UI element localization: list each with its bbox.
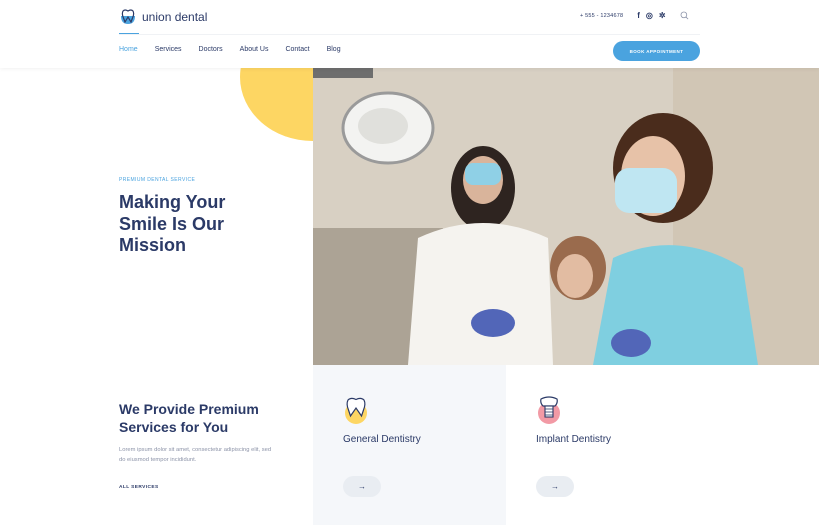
main-nav: Home Services Doctors About Us Contact B…	[119, 46, 341, 53]
book-appointment-button[interactable]: BOOK APPOINTMENT	[613, 41, 700, 61]
facebook-icon[interactable]: f	[637, 11, 640, 20]
card-title: General Dentistry	[343, 434, 421, 445]
nav-home[interactable]: Home	[119, 46, 138, 53]
nav-services[interactable]: Services	[155, 46, 182, 53]
hero-text-panel: PREMIUM DENTAL SERVICE Making Your Smile…	[0, 68, 313, 365]
site-header: union dental + 555 - 1234678 f ◎ ✲ Home …	[0, 0, 819, 68]
header-divider	[119, 34, 700, 35]
top-bar: + 555 - 1234678 f ◎ ✲	[580, 11, 689, 20]
services-intro: We Provide Premium Services for You Lore…	[0, 365, 313, 525]
tooth-icon	[121, 9, 135, 24]
nav-about-us[interactable]: About Us	[240, 46, 269, 53]
tooth-icon	[345, 397, 367, 424]
card-title: Implant Dentistry	[536, 434, 612, 445]
nav-contact[interactable]: Contact	[285, 46, 309, 53]
logo[interactable]: union dental	[119, 8, 207, 26]
search-icon[interactable]	[680, 11, 689, 20]
arrow-right-button[interactable]: →	[536, 476, 574, 497]
hero-eyebrow: PREMIUM DENTAL SERVICE	[119, 177, 196, 183]
hero-image	[313, 68, 819, 365]
nav-doctors[interactable]: Doctors	[199, 46, 223, 53]
service-card-general[interactable]: General Dentistry →	[313, 365, 506, 525]
services-description: Lorem ipsum dolor sit amet, consectetur …	[119, 447, 272, 463]
yelp-icon[interactable]: ✲	[659, 11, 666, 20]
phone-number[interactable]: + 555 - 1234678	[580, 13, 623, 19]
empty-column	[699, 365, 819, 525]
hero-photo-illustration	[313, 68, 819, 365]
services-title: We Provide Premium Services for You	[119, 401, 259, 435]
all-services-link[interactable]: ALL SERVICES	[119, 485, 159, 490]
hero-title: Making Your Smile Is Our Mission	[119, 192, 226, 255]
decorative-circle	[240, 68, 313, 141]
arrow-right-button[interactable]: →	[343, 476, 381, 497]
instagram-icon[interactable]: ◎	[646, 11, 653, 20]
brand-name: union dental	[142, 10, 208, 24]
nav-blog[interactable]: Blog	[327, 46, 341, 53]
service-card-implant[interactable]: Implant Dentistry →	[506, 365, 699, 525]
implant-icon	[538, 396, 560, 424]
